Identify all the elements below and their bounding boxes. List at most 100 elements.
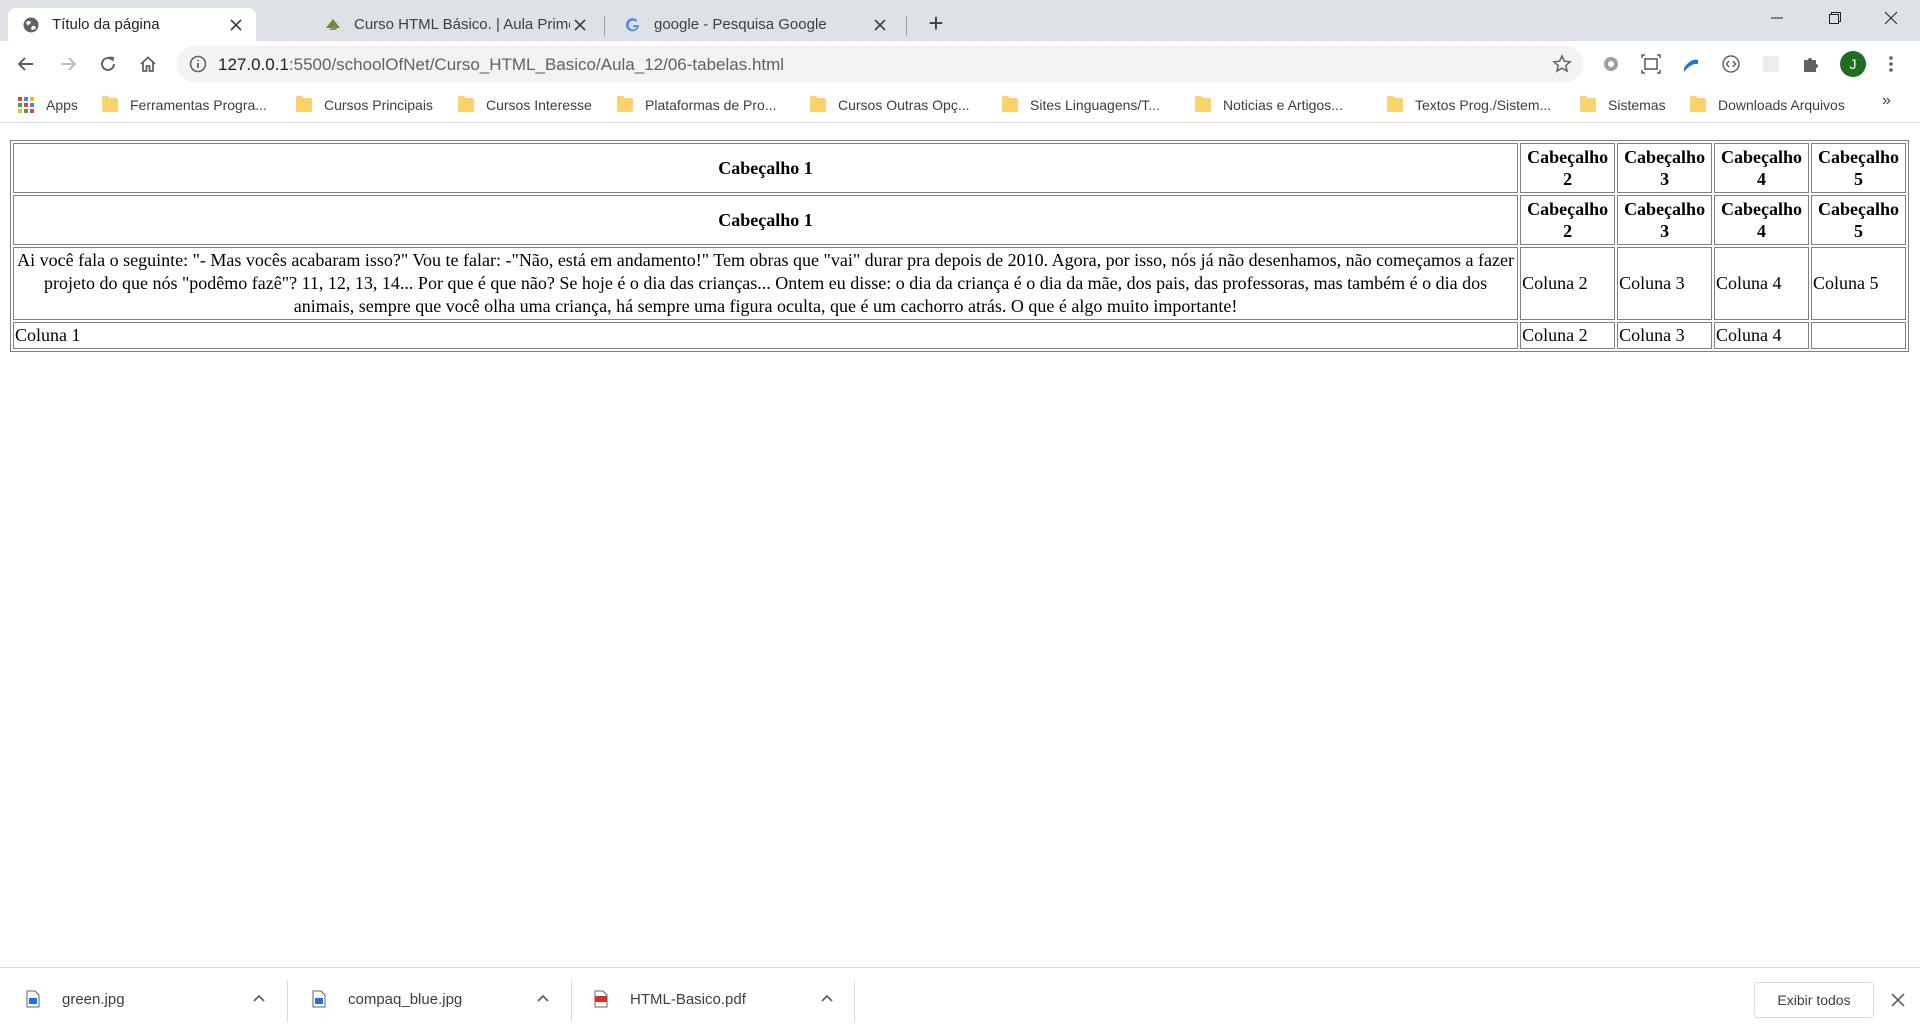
bookmark-label: Ferramentas Progra... bbox=[130, 97, 267, 113]
more-bookmarks-button[interactable]: » bbox=[1882, 92, 1891, 110]
table-cell: Coluna 4 bbox=[1714, 322, 1810, 349]
header-cell: Cabeçalho 3 bbox=[1617, 143, 1713, 193]
close-tab-icon[interactable] bbox=[870, 15, 890, 35]
minimize-button[interactable] bbox=[1748, 0, 1806, 36]
download-filename: compaq_blue.jpg bbox=[348, 990, 463, 1008]
close-tab-icon[interactable] bbox=[226, 15, 246, 35]
bookmark-star-icon[interactable] bbox=[1552, 54, 1572, 74]
folder-icon bbox=[810, 96, 826, 112]
course-icon bbox=[326, 18, 340, 30]
download-item[interactable]: compaq_blue.jpg bbox=[312, 980, 558, 1018]
blank-extension-icon bbox=[1763, 56, 1779, 72]
close-tab-icon[interactable] bbox=[570, 15, 590, 35]
bookmark-folder[interactable]: Cursos Outras Opç... bbox=[810, 95, 969, 115]
home-button[interactable] bbox=[132, 48, 164, 80]
new-tab-button[interactable]: + bbox=[922, 10, 950, 38]
download-item[interactable]: green.jpg bbox=[26, 980, 272, 1018]
chevron-up-icon[interactable] bbox=[250, 990, 268, 1008]
bookmark-label: Sites Linguagens/T... bbox=[1030, 97, 1160, 113]
bookmark-folder[interactable]: Ferramentas Progra... bbox=[102, 95, 267, 115]
chevron-up-icon[interactable] bbox=[534, 990, 552, 1008]
bookmark-label: Downloads Arquivos bbox=[1718, 97, 1845, 113]
pdf-file-icon bbox=[594, 990, 608, 1008]
url-host: 127.0.0.1 bbox=[218, 55, 289, 74]
image-file-icon bbox=[26, 990, 40, 1008]
extension-button[interactable] bbox=[1720, 53, 1742, 75]
browser-menu-button[interactable] bbox=[1880, 53, 1902, 75]
header-cell: Cabeçalho 1 bbox=[13, 195, 1519, 245]
data-table: Cabeçalho 1 Cabeçalho 2 Cabeçalho 3 Cabe… bbox=[10, 140, 1909, 352]
bookmark-label: Sistemas bbox=[1608, 97, 1666, 113]
close-icon bbox=[1891, 993, 1905, 1007]
bookmark-folder[interactable]: Plataformas de Pro... bbox=[617, 95, 777, 115]
table-row: Ai você fala o seguinte: "- Mas vocês ac… bbox=[13, 247, 1906, 320]
forward-button[interactable] bbox=[52, 48, 84, 80]
info-icon[interactable] bbox=[188, 54, 208, 74]
bookmark-folder[interactable]: Textos Prog./Sistem... bbox=[1387, 95, 1551, 115]
translate-extension-icon bbox=[1684, 59, 1698, 72]
folder-icon bbox=[296, 96, 312, 112]
bookmark-folder[interactable]: Cursos Interesse bbox=[458, 95, 592, 115]
bookmark-label: Cursos Interesse bbox=[486, 97, 592, 113]
tab-google-pesquisa[interactable]: google - Pesquisa Google bbox=[610, 8, 900, 41]
folder-icon bbox=[1195, 96, 1211, 112]
table-cell-empty bbox=[1811, 322, 1906, 349]
downloads-bar: green.jpg compaq_blue.jpg HTML-Basico.pd… bbox=[0, 967, 1920, 1030]
header-cell: Cabeçalho 2 bbox=[1520, 195, 1616, 245]
bookmark-folder[interactable]: Noticias e Artigos... bbox=[1195, 95, 1343, 115]
bookmark-label: Cursos Outras Opç... bbox=[838, 97, 970, 113]
folder-icon bbox=[617, 96, 633, 112]
bookmark-folder[interactable]: Downloads Arquivos bbox=[1690, 95, 1845, 115]
extension-button[interactable] bbox=[1600, 53, 1622, 75]
tab-curso-html[interactable]: Curso HTML Básico. | Aula Primeira bbox=[310, 8, 600, 41]
download-separator bbox=[287, 980, 288, 1022]
bookmark-apps[interactable]: Apps bbox=[18, 95, 78, 115]
table-header-row: Cabeçalho 1 Cabeçalho 2 Cabeçalho 3 Cabe… bbox=[13, 143, 1906, 193]
header-cell: Cabeçalho 2 bbox=[1520, 143, 1616, 193]
extensions-menu-button[interactable] bbox=[1800, 53, 1822, 75]
close-window-button[interactable] bbox=[1862, 0, 1920, 36]
folder-icon bbox=[102, 96, 118, 112]
address-bar[interactable]: 127.0.0.1:5500/schoolOfNet/Curso_HTML_Ba… bbox=[176, 46, 1584, 82]
url-path: :5500/schoolOfNet/Curso_HTML_Basico/Aula… bbox=[288, 55, 785, 74]
bookmark-folder[interactable]: Sistemas bbox=[1580, 95, 1666, 115]
download-item[interactable]: HTML-Basico.pdf bbox=[594, 980, 840, 1018]
restore-button[interactable] bbox=[1806, 0, 1864, 36]
gear-extension-icon bbox=[1604, 57, 1618, 71]
extension-button[interactable] bbox=[1760, 53, 1782, 75]
header-cell: Cabeçalho 4 bbox=[1714, 195, 1810, 245]
extension-button[interactable] bbox=[1640, 53, 1662, 75]
header-cell: Cabeçalho 3 bbox=[1617, 195, 1713, 245]
table-cell: Coluna 2 bbox=[1520, 322, 1616, 349]
bookmark-folder[interactable]: Cursos Principais bbox=[296, 95, 433, 115]
toolbar: 127.0.0.1:5500/schoolOfNet/Curso_HTML_Ba… bbox=[0, 41, 1920, 87]
home-icon bbox=[140, 56, 156, 72]
folder-icon bbox=[1002, 96, 1018, 112]
apps-grid-icon bbox=[18, 97, 34, 113]
back-button[interactable] bbox=[10, 48, 42, 80]
reload-button[interactable] bbox=[92, 48, 124, 80]
close-downloads-button[interactable] bbox=[1888, 990, 1908, 1010]
url-text: 127.0.0.1:5500/schoolOfNet/Curso_HTML_Ba… bbox=[218, 55, 784, 75]
code-extension-icon bbox=[1722, 55, 1740, 73]
bookmark-label: Apps bbox=[46, 97, 78, 113]
restore-icon bbox=[1829, 12, 1841, 24]
arrow-left-icon bbox=[17, 57, 33, 71]
extension-button[interactable] bbox=[1680, 53, 1702, 75]
bookmark-label: Cursos Principais bbox=[324, 97, 433, 113]
download-filename: green.jpg bbox=[62, 990, 125, 1008]
chevron-up-icon[interactable] bbox=[818, 990, 836, 1008]
close-icon bbox=[1884, 11, 1898, 25]
tab-label: Curso HTML Básico. | Aula Primeira bbox=[354, 16, 570, 33]
profile-avatar[interactable]: J bbox=[1840, 51, 1866, 77]
bookmarks-bar: Apps Ferramentas Progra... Cursos Princi… bbox=[0, 87, 1920, 123]
download-separator bbox=[854, 980, 855, 1022]
minimize-icon bbox=[1771, 17, 1783, 19]
folder-icon bbox=[1580, 96, 1596, 112]
tab-titulo-da-pagina[interactable]: Título da página bbox=[8, 8, 256, 41]
table-row: Coluna 1 Coluna 2 Coluna 3 Coluna 4 bbox=[13, 322, 1906, 349]
bookmark-folder[interactable]: Sites Linguagens/T... bbox=[1002, 95, 1160, 115]
table-cell: Coluna 3 bbox=[1617, 322, 1713, 349]
show-all-downloads-button[interactable]: Exibir todos bbox=[1754, 982, 1874, 1018]
tab-separator bbox=[906, 16, 907, 36]
